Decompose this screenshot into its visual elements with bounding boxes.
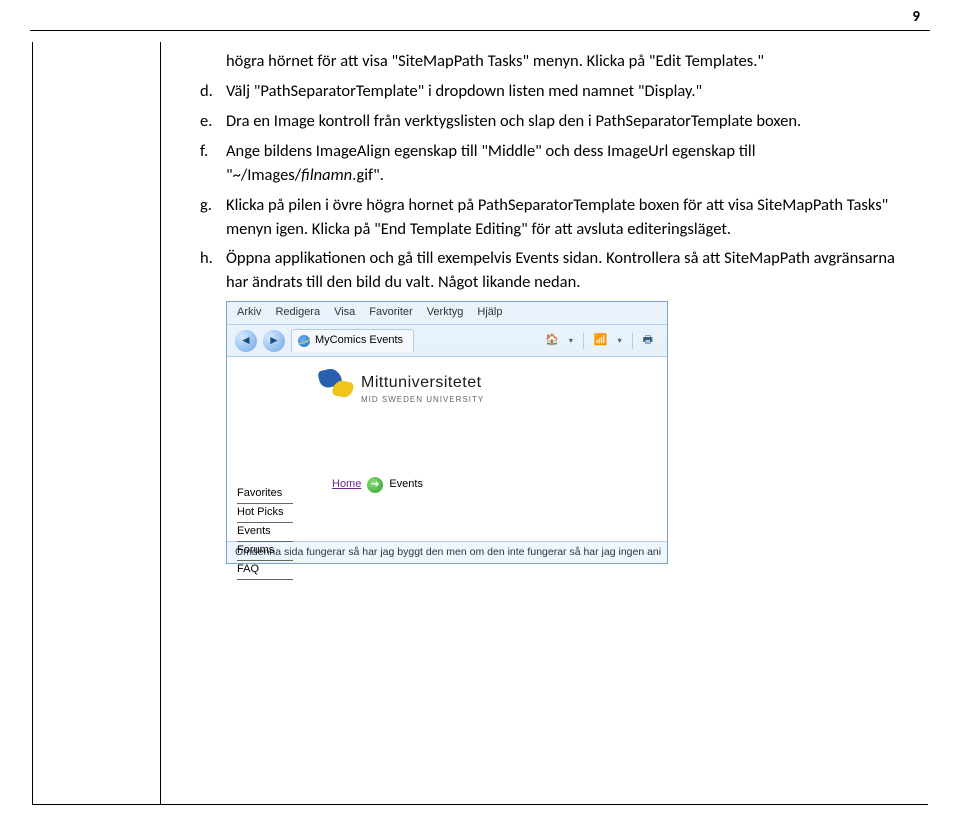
toolbar-icons: 🏠▾ 📶 ▾ 🖶 (545, 333, 659, 349)
mu-logo-mark (317, 367, 353, 397)
menu-hjalp[interactable]: Hjälp (477, 305, 502, 321)
marker-h: h. (200, 247, 226, 295)
list-item-pre: högra hörnet för att visa "SiteMapPath T… (200, 50, 916, 74)
sidebar-events[interactable]: Events (237, 523, 293, 542)
column-divider (160, 42, 161, 805)
toolbar-divider-2 (632, 333, 633, 349)
text-f-filnamn: filnamn (301, 165, 352, 185)
list-item-h: h. Öppna applikationen och gå till exemp… (200, 247, 916, 295)
text-h: Öppna applikationen och gå till exempelv… (226, 247, 916, 295)
list-item-d: d. Välj "PathSeparatorTemplate" i dropdo… (200, 80, 916, 104)
list-item-e: e. Dra en Image kontroll från verktygsli… (200, 110, 916, 134)
menu-visa[interactable]: Visa (334, 305, 355, 321)
nav-row: ◄ ► MyComics Events 🏠▾ 📶 ▾ 🖶 (227, 325, 667, 357)
crumb-events: Events (389, 477, 423, 493)
browser-body: Mittuniversitetet MID SWEDEN UNIVERSITY … (227, 357, 667, 541)
breadcrumb: Home ➔ Events (332, 477, 423, 493)
sidebar-forums[interactable]: Forums (237, 542, 293, 561)
list-item-g: g. Klicka på pilen i övre högra hornet p… (200, 194, 916, 242)
list-item-f: f. Ange bildens ImageAlign egenskap till… (200, 140, 916, 188)
feed-icon[interactable]: 📶 (594, 333, 608, 349)
text-e: Dra en Image kontroll från verktygsliste… (226, 110, 916, 134)
sidebar-faq[interactable]: FAQ (237, 561, 293, 580)
sidebar-hotpicks[interactable]: Hot Picks (237, 504, 293, 523)
toolbar-divider (583, 333, 584, 349)
menu-arkiv[interactable]: Arkiv (237, 305, 261, 321)
crumb-home[interactable]: Home (332, 477, 361, 493)
site-sidebar: Favorites Hot Picks Events Forums FAQ (237, 485, 293, 580)
marker-e: e. (200, 110, 226, 134)
marker-d: d. (200, 80, 226, 104)
sidebar-favorites[interactable]: Favorites (237, 485, 293, 504)
mu-logo: Mittuniversitetet MID SWEDEN UNIVERSITY (317, 367, 484, 406)
content-area: högra hörnet för att visa "SiteMapPath T… (200, 50, 916, 564)
ie-icon (298, 335, 310, 347)
status-bar: Omdenna sida fungerar så har jag byggt d… (227, 541, 667, 563)
text-f-2: .gif". (352, 165, 384, 185)
text-g: Klicka på pilen i övre högra hornet på P… (226, 194, 916, 242)
top-rule (30, 30, 930, 31)
page-number: 9 (912, 8, 920, 26)
menu-verktyg[interactable]: Verktyg (427, 305, 464, 321)
crumb-separator-icon: ➔ (367, 477, 383, 493)
logo-sub: MID SWEDEN UNIVERSITY (361, 394, 484, 406)
menu-redigera[interactable]: Redigera (275, 305, 320, 321)
tab-title: MyComics Events (315, 333, 403, 349)
logo-title: Mittuniversitetet (361, 371, 484, 394)
text-f: Ange bildens ImageAlign egenskap till "M… (226, 140, 916, 188)
back-button[interactable]: ◄ (235, 330, 257, 352)
browser-tab[interactable]: MyComics Events (291, 329, 414, 352)
text-d: Välj "PathSeparatorTemplate" i dropdown … (226, 80, 916, 104)
marker-g: g. (200, 194, 226, 242)
home-icon[interactable]: 🏠 (545, 333, 559, 349)
browser-menubar: Arkiv Redigera Visa Favoriter Verktyg Hj… (227, 302, 667, 325)
browser-screenshot: Arkiv Redigera Visa Favoriter Verktyg Hj… (226, 301, 668, 564)
menu-favoriter[interactable]: Favoriter (369, 305, 412, 321)
marker-f: f. (200, 140, 226, 188)
forward-button[interactable]: ► (263, 330, 285, 352)
print-icon[interactable]: 🖶 (643, 333, 653, 349)
text-pre: högra hörnet för att visa "SiteMapPath T… (226, 50, 916, 74)
